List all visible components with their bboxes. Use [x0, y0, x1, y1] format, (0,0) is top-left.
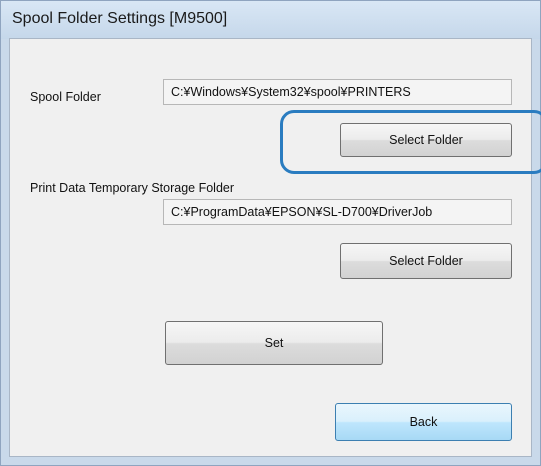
- spool-folder-select-button[interactable]: Select Folder: [340, 123, 512, 157]
- print-data-folder-select-button[interactable]: Select Folder: [340, 243, 512, 279]
- spool-folder-settings-window: Spool Folder Settings [M9500] Spool Fold…: [0, 0, 541, 466]
- spool-folder-path-field[interactable]: C:¥Windows¥System32¥spool¥PRINTERS: [163, 79, 512, 105]
- print-data-folder-label: Print Data Temporary Storage Folder: [30, 181, 235, 195]
- title-bar[interactable]: Spool Folder Settings [M9500]: [1, 1, 540, 39]
- dialog-content: Spool Folder C:¥Windows¥System32¥spool¥P…: [9, 38, 532, 457]
- spool-folder-label: Spool Folder: [30, 90, 101, 104]
- back-button[interactable]: Back: [335, 403, 512, 441]
- window-title: Spool Folder Settings [M9500]: [12, 10, 228, 27]
- print-data-folder-path-field[interactable]: C:¥ProgramData¥EPSON¥SL-D700¥DriverJob: [163, 199, 512, 225]
- set-button[interactable]: Set: [165, 321, 383, 365]
